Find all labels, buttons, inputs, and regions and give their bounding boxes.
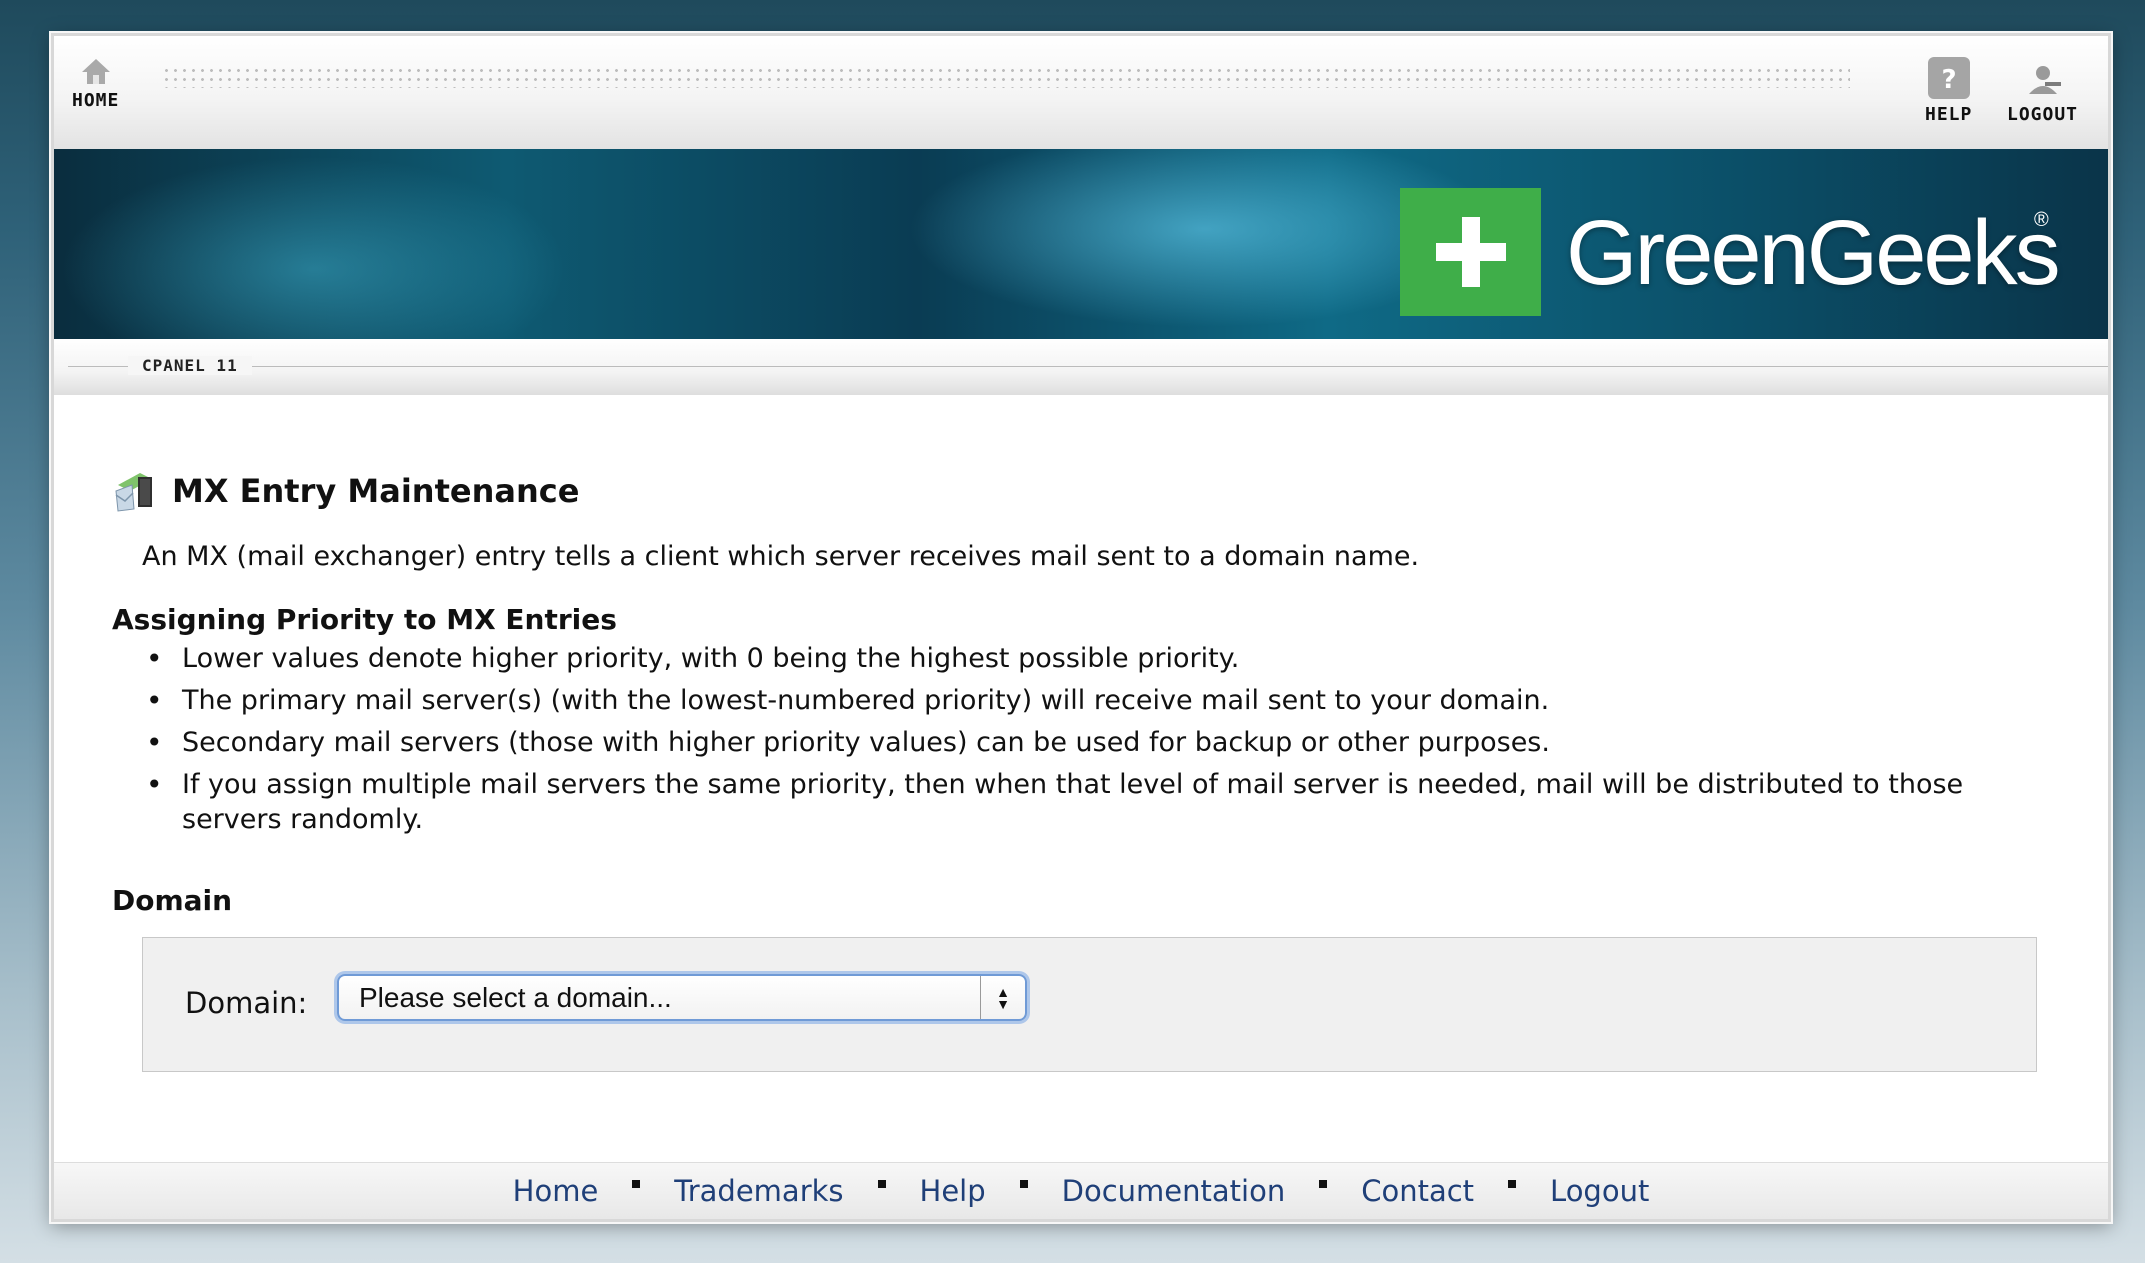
domain-select[interactable]: Please select a domain... ▲ ▼ (337, 974, 1027, 1021)
svg-text:?: ? (1941, 65, 1956, 95)
domain-selection-panel: Domain: Please select a domain... ▲ ▼ (142, 937, 2037, 1072)
priority-bullet-list: Lower values denote higher priority, wit… (142, 641, 1982, 844)
brand-name: GreenGeeks (1566, 202, 2061, 304)
domain-select-value: Please select a domain... (359, 981, 672, 1013)
nav-dotted-divider (162, 66, 1850, 88)
footer-link-logout[interactable]: Logout (1550, 1174, 1649, 1208)
footer-link-contact[interactable]: Contact (1361, 1174, 1474, 1208)
nav-help-label: HELP (1925, 104, 1973, 125)
page-title: MX Entry Maintenance (112, 465, 579, 517)
cpanel-version-label: CPANEL 11 (128, 356, 252, 375)
nav-logout[interactable]: LOGOUT (2007, 56, 2078, 125)
footer-separator (1019, 1180, 1028, 1188)
cpanel-version-strip: CPANEL 11 (54, 339, 2108, 395)
domain-heading: Domain (112, 884, 233, 917)
main-content: MX Entry Maintenance An MX (mail exchang… (54, 395, 2108, 1219)
footer-link-documentation[interactable]: Documentation (1062, 1174, 1286, 1208)
help-icon: ? (1927, 56, 1971, 100)
cpanel-window: HOME ? HELP LOGOUT GreenGeeks ® CPANEL 1… (51, 33, 2111, 1222)
intro-text: An MX (mail exchanger) entry tells a cli… (142, 541, 1420, 572)
logout-icon (2021, 56, 2065, 100)
list-item: Lower values denote higher priority, wit… (142, 641, 1982, 676)
domain-field-label: Domain: (185, 986, 308, 1020)
footer-link-trademarks[interactable]: Trademarks (674, 1174, 843, 1208)
registered-mark: ® (2034, 209, 2049, 231)
footer-link-home[interactable]: Home (513, 1174, 599, 1208)
nav-help[interactable]: ? HELP (1925, 56, 1972, 125)
mx-entry-icon (112, 465, 160, 517)
footer-links: Home Trademarks Help Documentation Conta… (54, 1162, 2108, 1219)
footer-separator (1508, 1180, 1517, 1188)
strip-divider (68, 366, 2108, 367)
greengeeks-banner: GreenGeeks ® (54, 149, 2108, 339)
list-item: The primary mail server(s) (with the low… (142, 683, 1982, 718)
list-item: If you assign multiple mail servers the … (142, 767, 1982, 837)
top-nav-bar: HOME ? HELP LOGOUT (54, 36, 2108, 149)
greengeeks-plus-logo (1400, 188, 1541, 316)
footer-separator (632, 1180, 641, 1188)
select-arrows-icon: ▲ ▼ (980, 976, 1025, 1019)
priority-heading: Assigning Priority to MX Entries (112, 603, 617, 636)
nav-home-label: HOME (72, 90, 120, 111)
footer-link-help[interactable]: Help (920, 1174, 986, 1208)
list-item: Secondary mail servers (those with highe… (142, 725, 1982, 760)
home-icon (79, 56, 113, 86)
footer-separator (877, 1180, 886, 1188)
footer-separator (1319, 1180, 1328, 1188)
nav-logout-label: LOGOUT (2007, 104, 2079, 125)
page-heading: MX Entry Maintenance (172, 472, 580, 510)
nav-home[interactable]: HOME (72, 56, 119, 111)
